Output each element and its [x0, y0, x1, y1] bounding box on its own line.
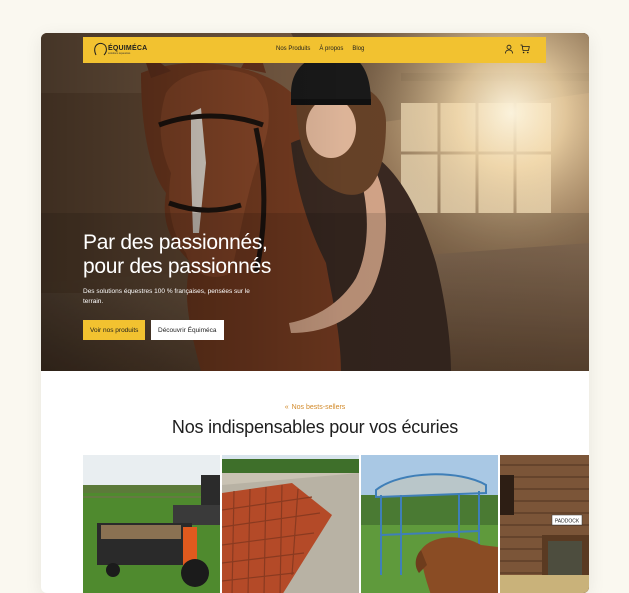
hero-title-line-1: Par des passionnés,: [83, 231, 268, 254]
hero-title-line-2: pour des passionnés: [83, 255, 272, 278]
user-icon[interactable]: [504, 44, 514, 54]
bestsellers-eyebrow-label: Nos bests-sellers: [291, 404, 346, 411]
brand-tagline: solutions équestres: [108, 52, 131, 55]
hay-feeder-image: [361, 455, 498, 593]
cart-icon[interactable]: [520, 44, 530, 54]
hero-section: ÉQUIMÉCA solutions équestres Nos Produit…: [41, 33, 589, 371]
browser-frame: ÉQUIMÉCA solutions équestres Nos Produit…: [41, 33, 589, 593]
brand-name: ÉQUIMÉCA: [108, 45, 148, 52]
paddock-sign-label: PADDOCK: [555, 519, 580, 525]
product-card[interactable]: [83, 455, 220, 593]
main-nav: Nos Produits À propos Blog: [276, 46, 364, 52]
see-products-button[interactable]: Voir nos produits: [83, 320, 146, 340]
top-navbar: ÉQUIMÉCA solutions équestres Nos Produit…: [83, 37, 546, 63]
horseshoe-icon: [94, 42, 107, 56]
product-carousel: PADDOCK: [83, 455, 589, 593]
ground-grid-image: [222, 455, 359, 593]
hero-subtitle: Des solutions équestres 100 % françaises…: [83, 288, 250, 305]
nav-item-blog[interactable]: Blog: [352, 46, 364, 52]
paddock-stable-image: PADDOCK: [500, 455, 589, 593]
hero-title: Par des passionnés, pour des passionnés: [83, 231, 343, 279]
nav-item-about[interactable]: À propos: [319, 46, 343, 52]
spreader-machine-image: [83, 455, 220, 593]
bestsellers-title: Nos indispensables pour vos écuries: [171, 417, 459, 437]
discover-brand-button[interactable]: Découvrir Équiméca: [151, 320, 224, 340]
double-chevron-icon: «: [284, 404, 289, 411]
product-card[interactable]: [361, 455, 498, 593]
product-card[interactable]: [222, 455, 359, 593]
product-card[interactable]: PADDOCK: [500, 455, 589, 593]
bestsellers-eyebrow: «Nos bests-sellers: [41, 404, 589, 411]
nav-item-products[interactable]: Nos Produits: [276, 46, 310, 52]
brand-logo[interactable]: ÉQUIMÉCA solutions équestres: [93, 42, 147, 58]
